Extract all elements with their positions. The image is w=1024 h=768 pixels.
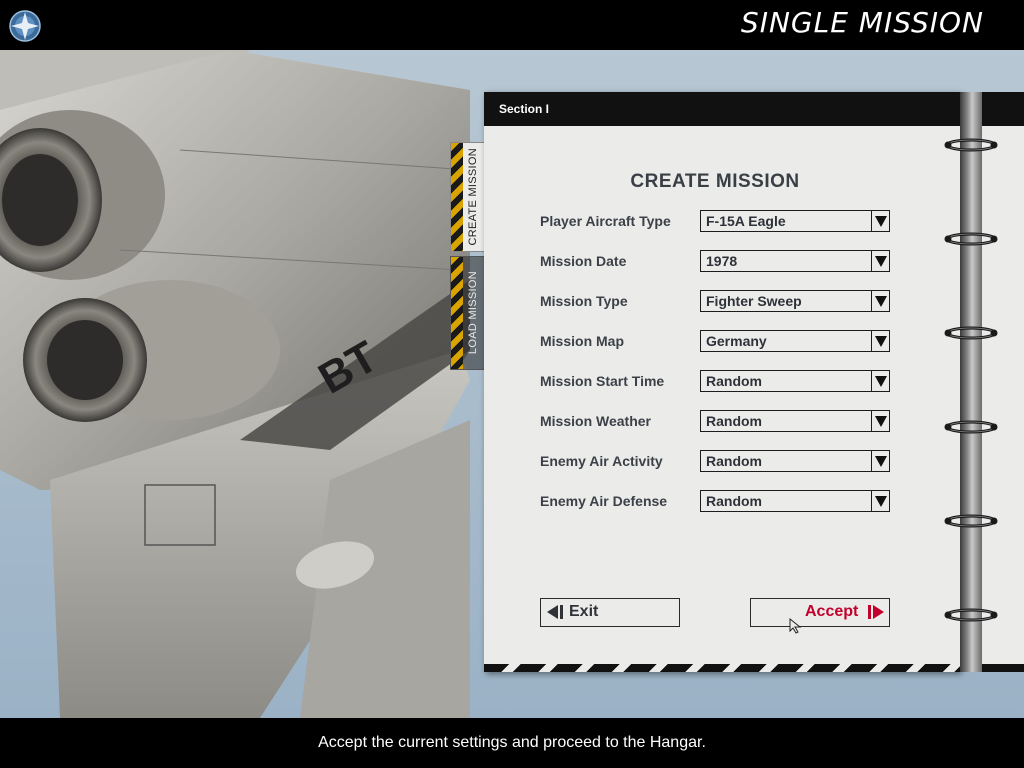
select-player-aircraft-type[interactable]: F-15A Eagle: [700, 210, 890, 232]
triangle-down-icon[interactable]: [871, 331, 889, 351]
mouse-pointer-icon: [789, 617, 805, 639]
triangle-down-icon[interactable]: [871, 291, 889, 311]
select-mission-type[interactable]: Fighter Sweep: [700, 290, 890, 312]
label-mission-start-time: Mission Start Time: [540, 373, 665, 389]
triangle-down-icon[interactable]: [871, 451, 889, 471]
status-text: Accept the current settings and proceed …: [318, 734, 706, 751]
exit-button[interactable]: Exit: [540, 598, 680, 627]
screen-title: SINGLE MISSION: [740, 6, 984, 39]
select-enemy-air-activity[interactable]: Random: [700, 450, 890, 472]
select-enemy-air-defense[interactable]: Random: [700, 490, 890, 512]
select-mission-map[interactable]: Germany: [700, 330, 890, 352]
label-mission-map: Mission Map: [540, 333, 625, 349]
exit-button-label: Exit: [569, 603, 599, 620]
binder-ring: [944, 326, 998, 340]
select-mission-date[interactable]: 1978: [700, 250, 890, 272]
arrow-right-bar-icon: [866, 605, 884, 624]
top-bar: SINGLE MISSION: [0, 0, 1024, 50]
binder-spine: [960, 92, 982, 672]
label-mission-date: Mission Date: [540, 253, 627, 269]
triangle-down-icon[interactable]: [871, 371, 889, 391]
binder-footer-stripe: [484, 664, 960, 672]
star-globe-icon[interactable]: [8, 9, 42, 43]
section-label: Section I: [499, 102, 550, 116]
label-player-aircraft-type: Player Aircraft Type: [540, 213, 671, 229]
select-value: Random: [706, 453, 762, 469]
binder-ring: [944, 608, 998, 622]
select-value: Random: [706, 373, 762, 389]
next-page-header: [982, 92, 1024, 126]
status-bar: Accept the current settings and proceed …: [0, 718, 1024, 768]
select-value: 1978: [706, 253, 738, 269]
binder-ring: [944, 420, 998, 434]
next-page-footer: [982, 664, 1024, 672]
tab-load-mission[interactable]: LOAD MISSION: [450, 256, 486, 370]
label-enemy-air-activity: Enemy Air Activity: [540, 453, 663, 469]
tab-create-mission[interactable]: CREATE MISSION: [450, 142, 486, 252]
binder-ring: [944, 514, 998, 528]
hazard-stripe: [451, 143, 463, 251]
binder-ring: [944, 138, 998, 152]
binder-next-page: [982, 92, 1024, 672]
label-enemy-air-defense: Enemy Air Defense: [540, 493, 668, 509]
tab-load-mission-label: LOAD MISSION: [467, 271, 479, 355]
binder-ring: [944, 232, 998, 246]
select-value: Random: [706, 413, 762, 429]
select-value: Fighter Sweep: [706, 293, 802, 309]
triangle-down-icon[interactable]: [871, 211, 889, 231]
select-value: Random: [706, 493, 762, 509]
binder-header: Section I: [484, 92, 960, 126]
select-mission-weather[interactable]: Random: [700, 410, 890, 432]
triangle-down-icon[interactable]: [871, 251, 889, 271]
form-title: CREATE MISSION: [630, 171, 800, 192]
label-mission-type: Mission Type: [540, 293, 628, 309]
triangle-down-icon[interactable]: [871, 491, 889, 511]
arrow-left-bar-icon: [547, 605, 565, 624]
select-value: Germany: [706, 333, 767, 349]
label-mission-weather: Mission Weather: [540, 413, 651, 429]
select-value: F-15A Eagle: [706, 213, 786, 229]
hazard-stripe: [451, 257, 463, 369]
triangle-down-icon[interactable]: [871, 411, 889, 431]
accept-button-label: Accept: [805, 603, 859, 620]
tab-create-mission-label: CREATE MISSION: [467, 148, 479, 246]
select-mission-start-time[interactable]: Random: [700, 370, 890, 392]
accept-button[interactable]: Accept: [750, 598, 890, 627]
